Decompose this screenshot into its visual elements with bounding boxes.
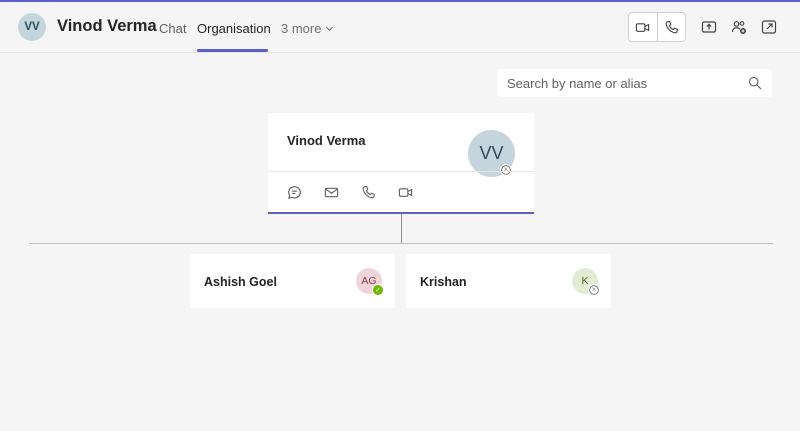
more-tabs-button[interactable]: 3 more — [281, 21, 334, 36]
phone-icon — [362, 185, 375, 198]
share-screen-button[interactable] — [700, 18, 718, 36]
video-button[interactable] — [396, 183, 414, 201]
contact-actions — [285, 183, 414, 201]
chevron-down-icon — [326, 26, 334, 32]
search-input[interactable] — [507, 75, 748, 91]
chat-icon — [287, 185, 301, 199]
chat-button[interactable] — [285, 183, 303, 201]
org-connector-vertical — [401, 214, 402, 243]
card-divider — [268, 171, 534, 172]
chat-header: VV Vinod Verma Chat Organisation 3 more — [0, 2, 800, 53]
status-available-icon — [372, 284, 384, 296]
card-name: Vinod Verma — [287, 133, 366, 148]
org-card-current[interactable]: Vinod Verma VV — [268, 113, 534, 214]
call-button-group — [628, 12, 686, 42]
more-tabs-label: 3 more — [281, 21, 322, 36]
tab-organisation[interactable]: Organisation — [197, 21, 271, 36]
pop-out-button[interactable] — [760, 18, 778, 36]
share-screen-icon — [701, 21, 717, 33]
org-card-report[interactable]: Ashish Goel AG — [190, 254, 395, 308]
add-people-icon — [731, 21, 746, 34]
pop-out-icon — [761, 20, 777, 34]
call-button[interactable] — [359, 183, 377, 201]
org-connector-horizontal — [29, 243, 773, 244]
status-offline-icon — [500, 164, 512, 176]
video-icon — [636, 22, 650, 32]
card-name: Krishan — [420, 275, 467, 289]
org-search-box — [497, 69, 772, 97]
tab-chat[interactable]: Chat — [159, 21, 186, 36]
email-button[interactable] — [322, 183, 340, 201]
audio-call-button[interactable] — [656, 13, 685, 41]
status-offline-icon — [588, 284, 600, 296]
video-icon — [398, 187, 412, 197]
active-tab-indicator — [197, 49, 268, 52]
phone-icon — [665, 20, 678, 33]
card-name: Ashish Goel — [204, 275, 277, 289]
search-icon[interactable] — [748, 76, 762, 90]
video-call-button[interactable] — [629, 13, 657, 41]
org-card-report[interactable]: Krishan K — [406, 254, 611, 308]
mail-icon — [324, 187, 338, 197]
add-people-button[interactable] — [730, 18, 748, 36]
contact-name: Vinod Verma — [57, 17, 157, 35]
avatar[interactable]: VV — [18, 13, 46, 41]
